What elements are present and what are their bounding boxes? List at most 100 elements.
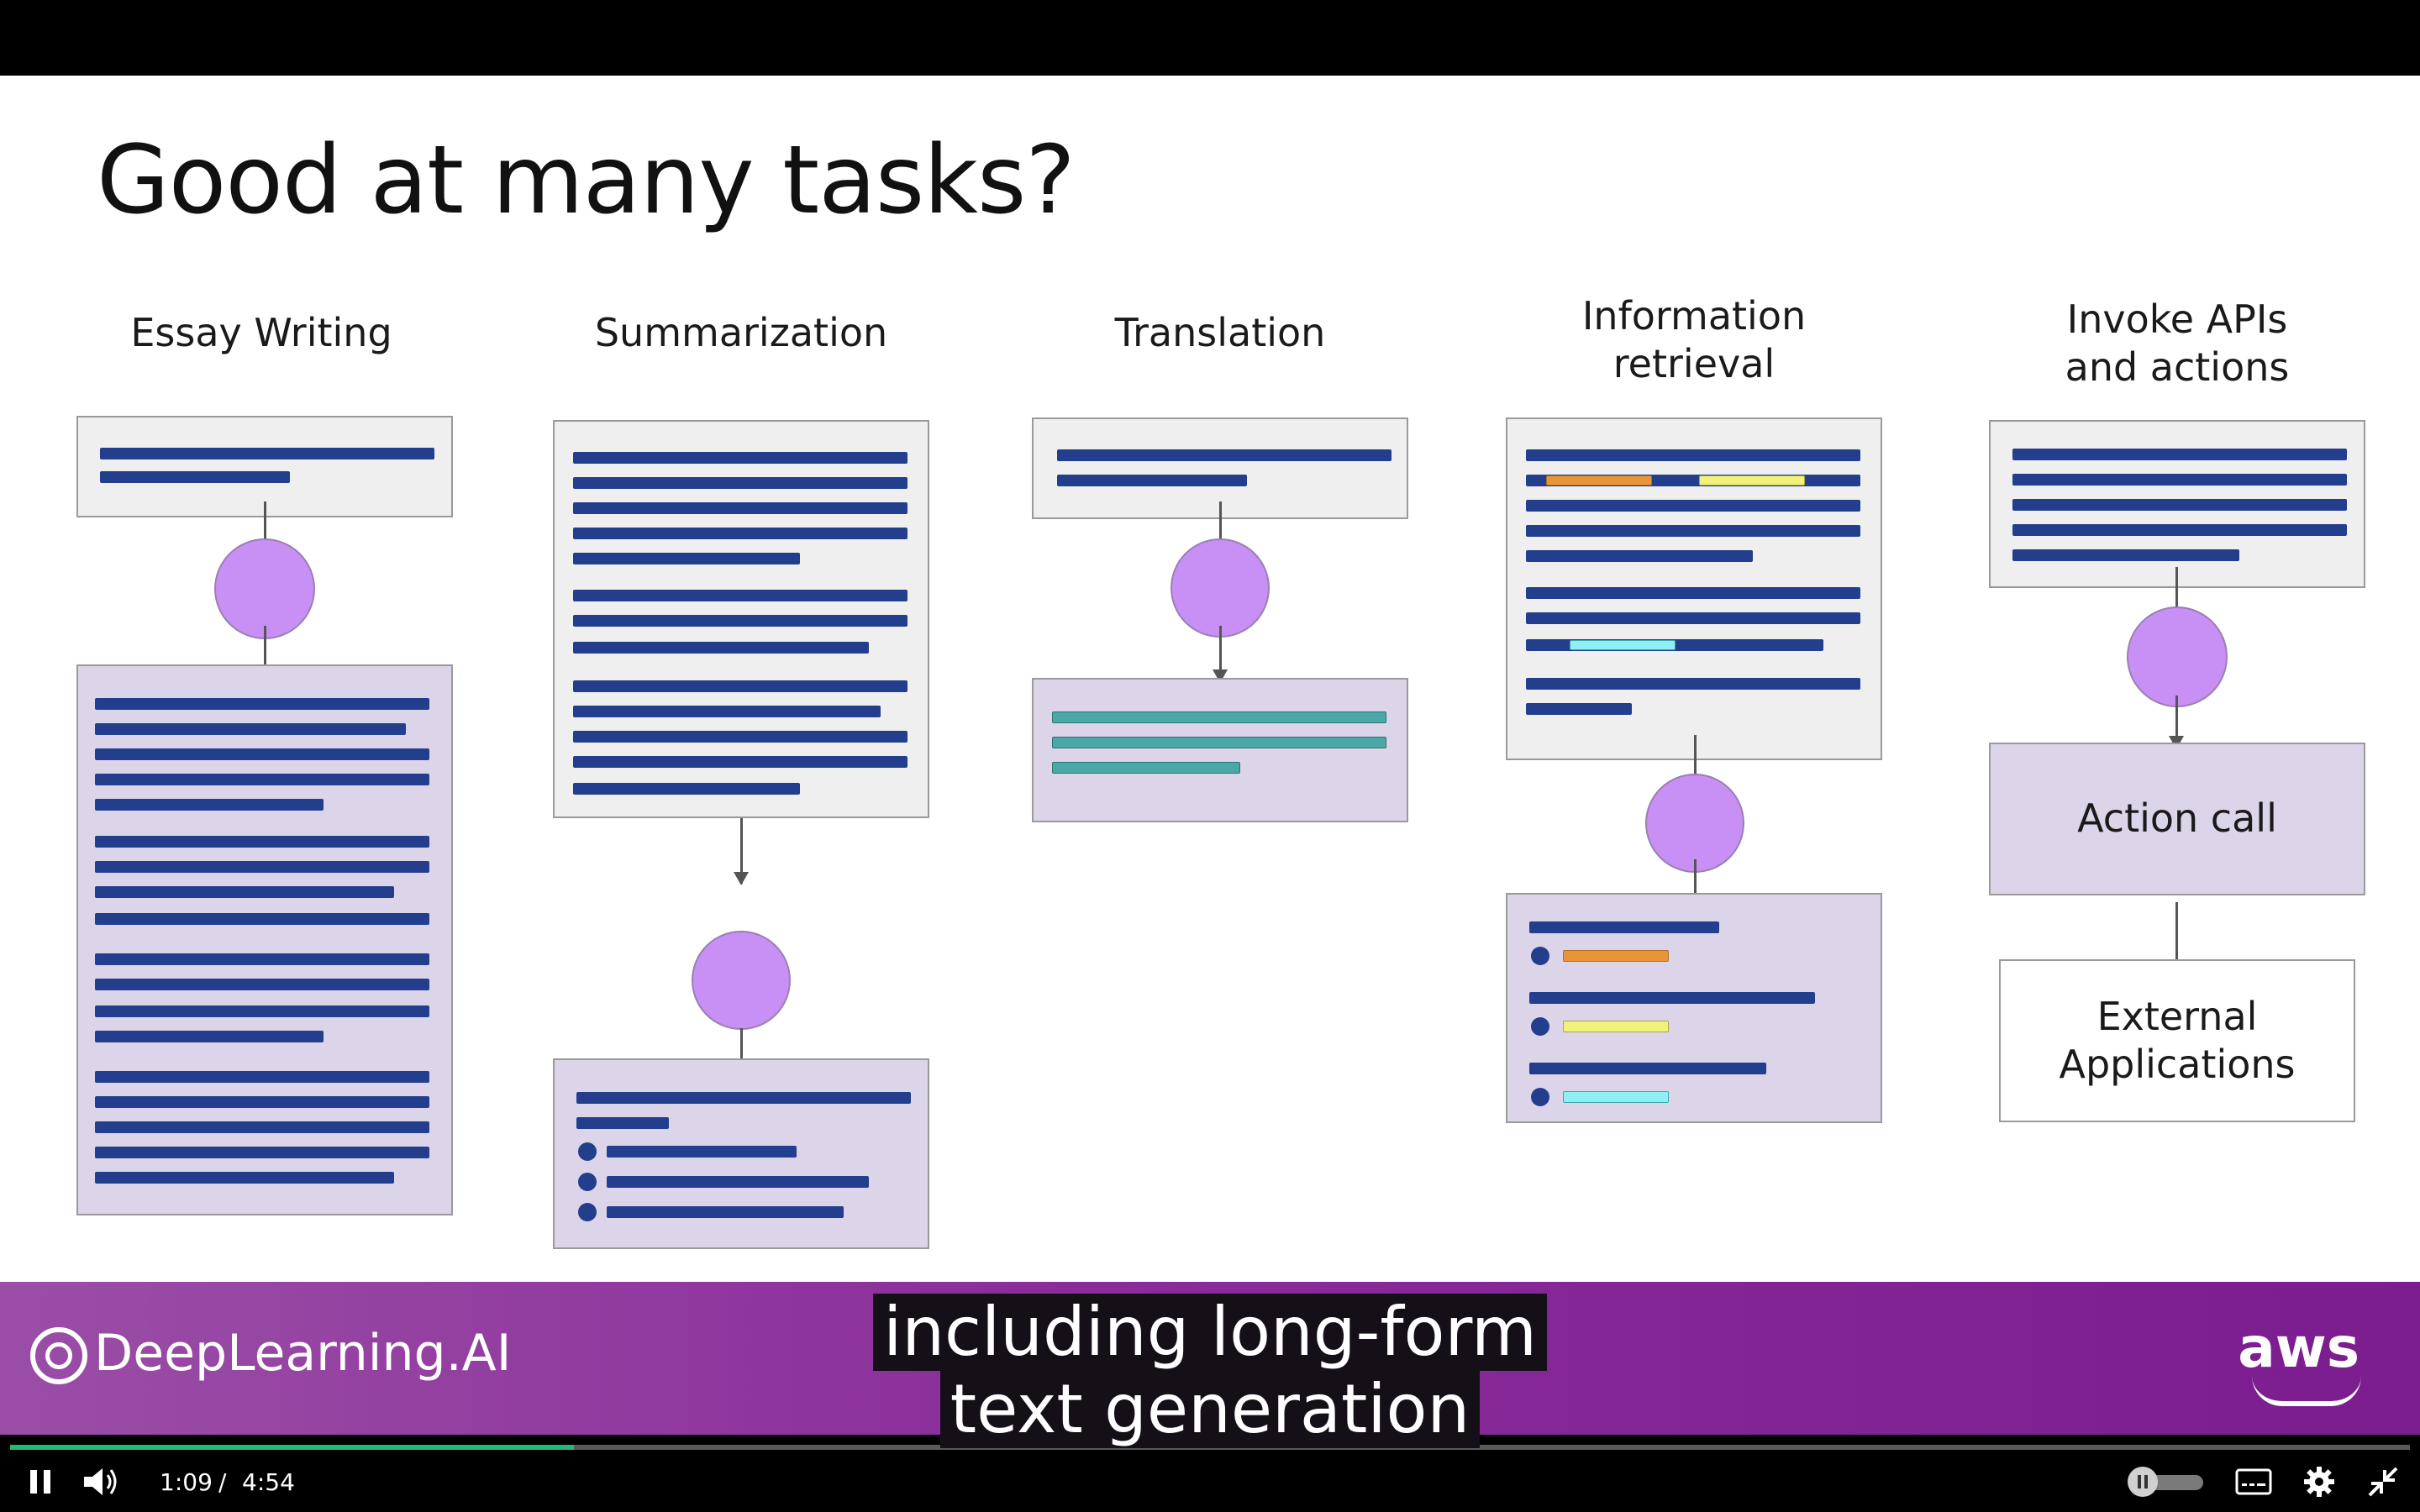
text-line — [1057, 449, 1392, 461]
text-line — [1529, 921, 1719, 933]
bullet-icon — [1531, 947, 1549, 965]
text-line — [95, 1005, 429, 1017]
text-line — [573, 590, 908, 601]
current-time: 1:09 — [160, 1468, 213, 1496]
highlight-cyan — [1563, 1091, 1669, 1103]
external-applications-box: External Applications — [1999, 959, 2355, 1122]
retrieval-input-box — [1506, 417, 1882, 760]
caption-line-1: including long-form — [873, 1294, 1547, 1371]
text-line — [95, 1172, 394, 1184]
column-title-information-retrieval: Information retrieval — [1506, 292, 1882, 388]
text-line — [100, 448, 434, 459]
action-call-label: Action call — [2077, 795, 2277, 841]
text-line — [576, 1092, 911, 1104]
text-line — [1057, 475, 1247, 486]
arrow-icon — [1213, 626, 1228, 683]
highlight-yellow — [1699, 475, 1805, 486]
text-line — [573, 452, 908, 464]
text-line — [1526, 500, 1860, 512]
arrow-icon — [2169, 696, 2184, 749]
text-line — [2012, 474, 2347, 486]
text-line — [95, 1147, 429, 1158]
action-call-box: Action call — [1989, 743, 2365, 895]
column-title-essay-writing: Essay Writing — [130, 310, 392, 355]
text-line — [95, 723, 406, 735]
bullet-icon — [578, 1142, 597, 1161]
text-line — [95, 799, 324, 811]
text-line — [607, 1176, 869, 1188]
text-line — [95, 953, 429, 965]
text-line — [573, 615, 908, 627]
essay-output-box — [76, 664, 453, 1215]
text-line — [1526, 587, 1860, 599]
bullet-icon — [1531, 1088, 1549, 1106]
text-line — [573, 783, 800, 795]
text-line — [95, 748, 429, 760]
volume-icon[interactable] — [82, 1465, 119, 1499]
bullet-icon — [1531, 1017, 1549, 1036]
summarization-input-box — [553, 420, 929, 818]
text-line — [2012, 499, 2347, 511]
text-line — [95, 979, 429, 990]
text-line — [573, 528, 908, 539]
highlight-orange — [1546, 475, 1652, 486]
slide-title: Good at many tasks? — [97, 126, 1076, 235]
text-line — [1526, 678, 1860, 690]
text-line — [1526, 612, 1860, 624]
label-line: External — [2096, 994, 2258, 1039]
text-line — [1526, 550, 1753, 562]
text-line — [1526, 449, 1860, 461]
text-line — [95, 698, 429, 710]
model-circle-icon — [2127, 606, 2228, 707]
text-line — [95, 1121, 429, 1133]
translated-line — [1052, 711, 1386, 723]
pause-icon[interactable] — [27, 1468, 54, 1495]
text-line — [573, 731, 908, 743]
text-line — [573, 477, 908, 489]
text-line — [1526, 703, 1632, 715]
translation-output-box — [1032, 678, 1408, 822]
text-line — [100, 471, 290, 483]
text-line — [95, 1031, 324, 1042]
text-line — [95, 1071, 429, 1083]
model-circle-icon — [692, 931, 791, 1030]
slide: Good at many tasks? Essay Writing Summar… — [0, 76, 2420, 1282]
column-title-summarization: Summarization — [594, 310, 888, 355]
text-line — [2012, 524, 2347, 536]
text-line — [1526, 525, 1860, 537]
subtitles-icon[interactable] — [2235, 1467, 2272, 1497]
highlight-orange — [1563, 950, 1669, 962]
text-line — [95, 861, 429, 873]
translated-line — [1052, 737, 1386, 748]
column-title-line: Invoke APIs — [2066, 297, 2288, 342]
player-controls: 1:09 / 4:54 — [0, 1450, 2420, 1512]
text-line — [573, 756, 908, 768]
column-title-line: Information — [1581, 293, 1807, 339]
text-line — [1529, 992, 1815, 1004]
api-input-box — [1989, 420, 2365, 588]
column-title-line: and actions — [2065, 344, 2290, 390]
text-line — [2012, 449, 2347, 460]
highlight-cyan — [1570, 640, 1676, 650]
model-circle-icon — [214, 538, 315, 639]
text-line — [573, 502, 908, 514]
text-line — [95, 886, 394, 898]
exit-fullscreen-icon[interactable] — [2368, 1467, 2398, 1497]
text-line — [573, 680, 908, 692]
text-line — [573, 642, 869, 654]
text-line — [573, 553, 800, 564]
text-line — [607, 1146, 797, 1158]
translated-line — [1052, 762, 1240, 774]
column-title-line: retrieval — [1612, 341, 1776, 386]
external-applications-label: External Applications — [2001, 993, 2354, 1089]
text-line — [95, 836, 429, 848]
settings-gear-icon[interactable] — [2302, 1465, 2336, 1499]
text-line — [576, 1117, 669, 1129]
subtitle-captions: including long-form text generation — [0, 1294, 2420, 1448]
text-line — [607, 1206, 844, 1218]
text-line — [95, 774, 429, 785]
column-title-translation: Translation — [1114, 310, 1326, 355]
text-line — [95, 1096, 429, 1108]
autoplay-toggle-icon[interactable] — [2126, 1465, 2207, 1499]
summarization-output-box — [553, 1058, 929, 1249]
